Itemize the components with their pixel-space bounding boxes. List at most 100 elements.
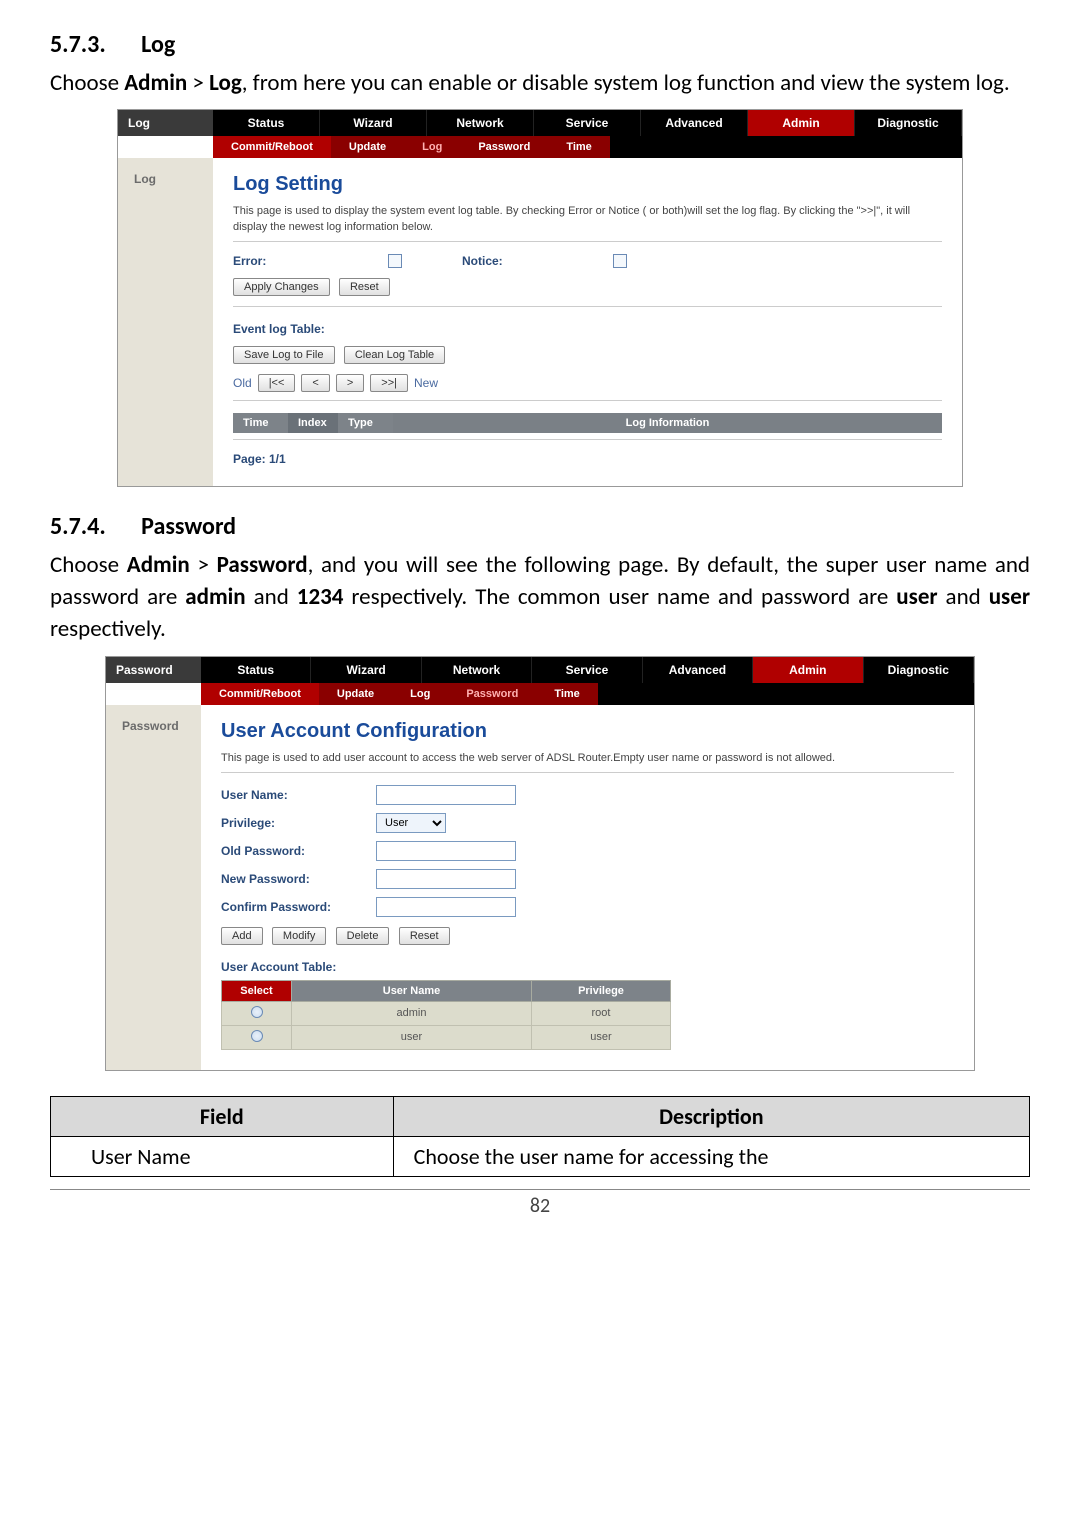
th-time: Time bbox=[233, 413, 288, 433]
page-description: This page is used to add user account to… bbox=[221, 751, 954, 766]
prev-page-button[interactable]: < bbox=[301, 374, 329, 392]
select-radio[interactable] bbox=[251, 1030, 263, 1042]
user-account-table: Select User Name Privilege admin root us… bbox=[221, 980, 671, 1050]
error-checkbox[interactable] bbox=[388, 254, 402, 268]
old-label: Old bbox=[233, 376, 252, 390]
main-tabs: Password Status Wizard Network Service A… bbox=[106, 657, 974, 683]
section2-body: Choose Admin > Password, and you will se… bbox=[50, 549, 1030, 646]
tabs-left-label: Password bbox=[106, 657, 201, 683]
notice-label: Notice: bbox=[462, 254, 503, 268]
add-button[interactable]: Add bbox=[221, 927, 263, 945]
tab-admin[interactable]: Admin bbox=[753, 657, 863, 683]
field-cell: User Name bbox=[51, 1136, 394, 1176]
cell-user: user bbox=[292, 1025, 532, 1049]
confirm-password-input[interactable] bbox=[376, 897, 516, 917]
old-password-input[interactable] bbox=[376, 841, 516, 861]
tab-diagnostic[interactable]: Diagnostic bbox=[864, 657, 974, 683]
reset-button[interactable]: Reset bbox=[399, 927, 450, 945]
th-log-info: Log Information bbox=[393, 413, 942, 433]
old-password-label: Old Password: bbox=[221, 844, 376, 858]
page-number: 82 bbox=[50, 1189, 1030, 1218]
section-title: Password bbox=[141, 512, 236, 541]
tab-network[interactable]: Network bbox=[422, 657, 532, 683]
log-table-header: Time Index Type Log Information bbox=[233, 413, 942, 433]
error-label: Error: bbox=[233, 254, 388, 268]
subtab-time[interactable]: Time bbox=[548, 136, 609, 158]
tab-diagnostic[interactable]: Diagnostic bbox=[855, 110, 962, 136]
field-description-table: Field Description User Name Choose the u… bbox=[50, 1096, 1030, 1177]
first-page-button[interactable]: |<< bbox=[258, 374, 296, 392]
tab-network[interactable]: Network bbox=[427, 110, 534, 136]
section-heading-log: 5.7.3. Log bbox=[50, 30, 1030, 59]
page-indicator: Page: 1/1 bbox=[233, 452, 942, 466]
sidebar-item-log[interactable]: Log bbox=[118, 158, 213, 186]
subtab-password[interactable]: Password bbox=[460, 136, 548, 158]
tab-advanced[interactable]: Advanced bbox=[641, 110, 748, 136]
user-account-table-heading: User Account Table: bbox=[221, 960, 954, 974]
subtab-update[interactable]: Update bbox=[331, 136, 404, 158]
sidebar: Password bbox=[106, 705, 201, 1070]
tab-wizard[interactable]: Wizard bbox=[320, 110, 427, 136]
select-radio[interactable] bbox=[251, 1006, 263, 1018]
section-number: 5.7.4. bbox=[50, 512, 106, 541]
error-notice-row: Error: Notice: bbox=[233, 254, 942, 268]
apply-changes-button[interactable]: Apply Changes bbox=[233, 278, 330, 296]
th-index: Index bbox=[288, 413, 338, 433]
th-select: Select bbox=[222, 980, 292, 1001]
subtab-password[interactable]: Password bbox=[448, 683, 536, 705]
subtab-update[interactable]: Update bbox=[319, 683, 392, 705]
next-page-button[interactable]: > bbox=[336, 374, 364, 392]
tab-advanced[interactable]: Advanced bbox=[643, 657, 753, 683]
sidebar-item-password[interactable]: Password bbox=[106, 705, 201, 733]
sub-tabs: Commit/Reboot Update Log Password Time bbox=[118, 136, 962, 158]
notice-checkbox[interactable] bbox=[613, 254, 627, 268]
tab-service[interactable]: Service bbox=[532, 657, 642, 683]
user-name-input[interactable] bbox=[376, 785, 516, 805]
cell-user: admin bbox=[292, 1001, 532, 1025]
tab-status[interactable]: Status bbox=[201, 657, 311, 683]
privilege-select[interactable]: User bbox=[376, 813, 446, 833]
modify-button[interactable]: Modify bbox=[272, 927, 326, 945]
subtab-time[interactable]: Time bbox=[536, 683, 597, 705]
page-title: Log Setting bbox=[233, 173, 942, 196]
tabs-left-label: Log bbox=[118, 110, 213, 136]
subtab-log[interactable]: Log bbox=[404, 136, 460, 158]
new-password-label: New Password: bbox=[221, 872, 376, 886]
subtab-commit[interactable]: Commit/Reboot bbox=[201, 683, 319, 705]
table-row: admin root bbox=[222, 1001, 671, 1025]
tab-wizard[interactable]: Wizard bbox=[311, 657, 421, 683]
clean-log-button[interactable]: Clean Log Table bbox=[344, 346, 445, 364]
new-password-input[interactable] bbox=[376, 869, 516, 889]
th-description: Description bbox=[393, 1096, 1029, 1136]
page-title: User Account Configuration bbox=[221, 720, 954, 743]
tab-service[interactable]: Service bbox=[534, 110, 641, 136]
last-page-button[interactable]: >>| bbox=[370, 374, 408, 392]
subtab-log[interactable]: Log bbox=[392, 683, 448, 705]
table-row: user user bbox=[222, 1025, 671, 1049]
tab-admin[interactable]: Admin bbox=[748, 110, 855, 136]
th-user-name: User Name bbox=[292, 980, 532, 1001]
th-type: Type bbox=[338, 413, 393, 433]
confirm-password-label: Confirm Password: bbox=[221, 900, 376, 914]
tab-status[interactable]: Status bbox=[213, 110, 320, 136]
log-screenshot: Log Status Wizard Network Service Advanc… bbox=[117, 109, 963, 487]
delete-button[interactable]: Delete bbox=[336, 927, 390, 945]
sub-tabs: Commit/Reboot Update Log Password Time bbox=[106, 683, 974, 705]
new-label: New bbox=[414, 376, 438, 390]
section-number: 5.7.3. bbox=[50, 30, 106, 59]
privilege-label: Privilege: bbox=[221, 816, 376, 830]
page-description: This page is used to display the system … bbox=[233, 204, 942, 235]
save-log-button[interactable]: Save Log to File bbox=[233, 346, 335, 364]
cell-priv: user bbox=[532, 1025, 671, 1049]
section-heading-password: 5.7.4. Password bbox=[50, 512, 1030, 541]
subtab-commit[interactable]: Commit/Reboot bbox=[213, 136, 331, 158]
section1-body: Choose Admin > Log, from here you can en… bbox=[50, 67, 1030, 99]
sidebar: Log bbox=[118, 158, 213, 486]
password-screenshot: Password Status Wizard Network Service A… bbox=[105, 656, 975, 1071]
cell-priv: root bbox=[532, 1001, 671, 1025]
description-cell: Choose the user name for accessing the bbox=[393, 1136, 1029, 1176]
th-field: Field bbox=[51, 1096, 394, 1136]
main-tabs: Log Status Wizard Network Service Advanc… bbox=[118, 110, 962, 136]
th-privilege: Privilege bbox=[532, 980, 671, 1001]
reset-button[interactable]: Reset bbox=[339, 278, 390, 296]
